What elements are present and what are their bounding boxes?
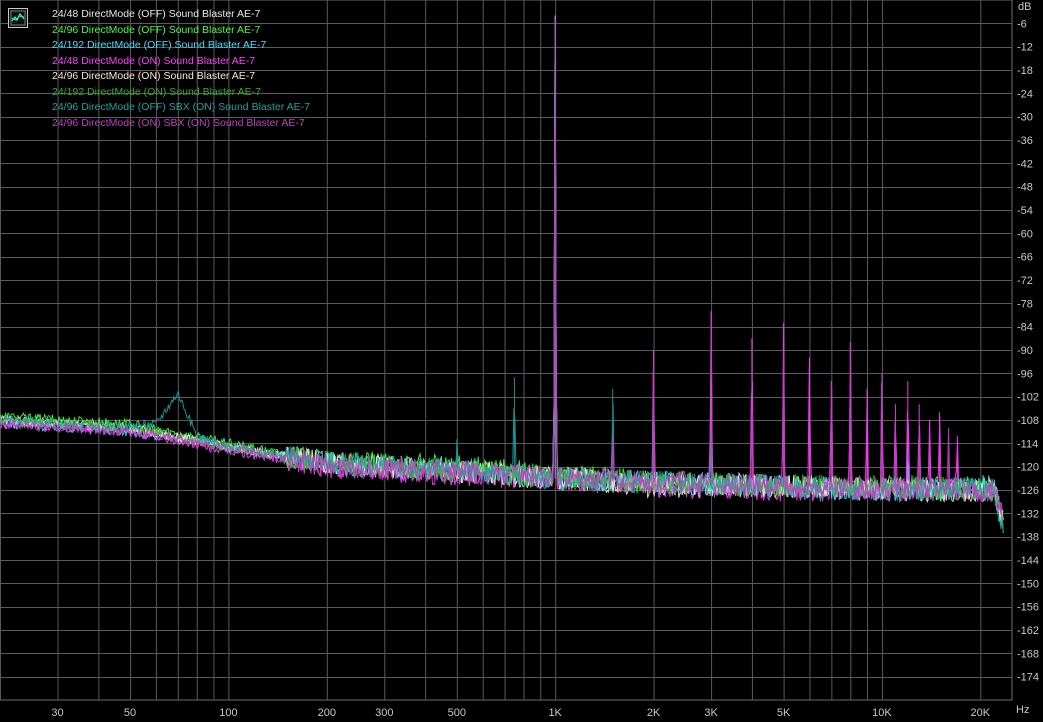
y-tick-label: -156 — [1017, 602, 1039, 614]
y-tick-label: -30 — [1017, 112, 1033, 124]
legend-entry: 24/96 DirectMode (OFF) Sound Blaster AE-… — [52, 23, 261, 36]
x-tick-label: 200 — [318, 707, 336, 719]
y-tick-label: -168 — [1017, 648, 1039, 660]
y-tick-label: -42 — [1017, 158, 1033, 170]
y-tick-label: -54 — [1017, 205, 1033, 217]
y-tick-label: -120 — [1017, 462, 1039, 474]
x-tick-label: 30 — [51, 707, 63, 719]
x-tick-label: 50 — [124, 707, 136, 719]
y-tick-label: -96 — [1017, 368, 1033, 380]
y-tick-label: -66 — [1017, 252, 1033, 264]
y-tick-label: -114 — [1017, 438, 1038, 450]
y-tick-label: -36 — [1017, 135, 1033, 147]
legend-graph-icon[interactable] — [8, 8, 28, 28]
y-tick-label: -144 — [1017, 555, 1039, 567]
y-tick-label: -48 — [1017, 182, 1033, 194]
x-tick-label: 20K — [971, 707, 991, 719]
y-tick-label: -90 — [1017, 345, 1033, 357]
y-tick-label: -6 — [1017, 18, 1027, 30]
y-tick-label: -138 — [1017, 532, 1039, 544]
x-tick-label: 5K — [777, 707, 791, 719]
y-tick-label: -18 — [1017, 65, 1033, 77]
x-tick-label: 1K — [548, 707, 562, 719]
legend-entry: 24/48 DirectMode (ON) Sound Blaster AE-7 — [52, 54, 256, 67]
y-tick-label: -108 — [1017, 415, 1039, 427]
legend-entry: 24/96 DirectMode (ON) SBX (ON) Sound Bla… — [52, 116, 305, 129]
y-tick-label: -84 — [1017, 322, 1033, 334]
x-axis-label: Hz — [1016, 704, 1030, 716]
x-tick-label: 300 — [375, 707, 393, 719]
x-axis-tick-labels: 30 50 100 200 300 500 1K 2K 3K 5K 10K 20K — [51, 707, 990, 719]
x-tick-label: 3K — [704, 707, 718, 719]
y-tick-label: -12 — [1017, 42, 1033, 54]
y-tick-label: -102 — [1017, 392, 1039, 404]
x-tick-label: 2K — [647, 707, 661, 719]
y-tick-label: -60 — [1017, 228, 1033, 240]
y-tick-label: -174 — [1017, 672, 1039, 684]
y-tick-label: -72 — [1017, 275, 1033, 287]
legend-entry: 24/192 DirectMode (ON) Sound Blaster AE-… — [52, 85, 261, 98]
legend-entry: 24/48 DirectMode (OFF) Sound Blaster AE-… — [52, 8, 261, 20]
legend-entry: 24/192 DirectMode (OFF) Sound Blaster AE… — [52, 39, 267, 51]
legend-items: 24/48 DirectMode (OFF) Sound Blaster AE-… — [52, 7, 310, 131]
y-tick-label: -150 — [1017, 578, 1039, 590]
y-tick-label: -24 — [1017, 88, 1033, 100]
legend-entry: 24/96 DirectMode (ON) Sound Blaster AE-7 — [52, 70, 256, 82]
y-tick-label: -132 — [1017, 508, 1039, 520]
x-tick-label: 10K — [872, 707, 892, 719]
y-tick-label: -162 — [1017, 625, 1039, 637]
x-tick-label: 100 — [219, 707, 237, 719]
y-tick-label: -78 — [1017, 298, 1033, 310]
y-axis-label: dB — [1018, 1, 1032, 13]
y-axis-tick-labels: -6 -12 -18 -24 -30 -36 -42 -48 -54 -60 -66 -72 -78 -8… — [1017, 18, 1039, 683]
legend-entry: 24/96 DirectMode (OFF) SBX (ON) Sound Bl… — [52, 101, 310, 113]
x-tick-label: 500 — [448, 707, 466, 719]
y-tick-label: -126 — [1017, 485, 1039, 497]
